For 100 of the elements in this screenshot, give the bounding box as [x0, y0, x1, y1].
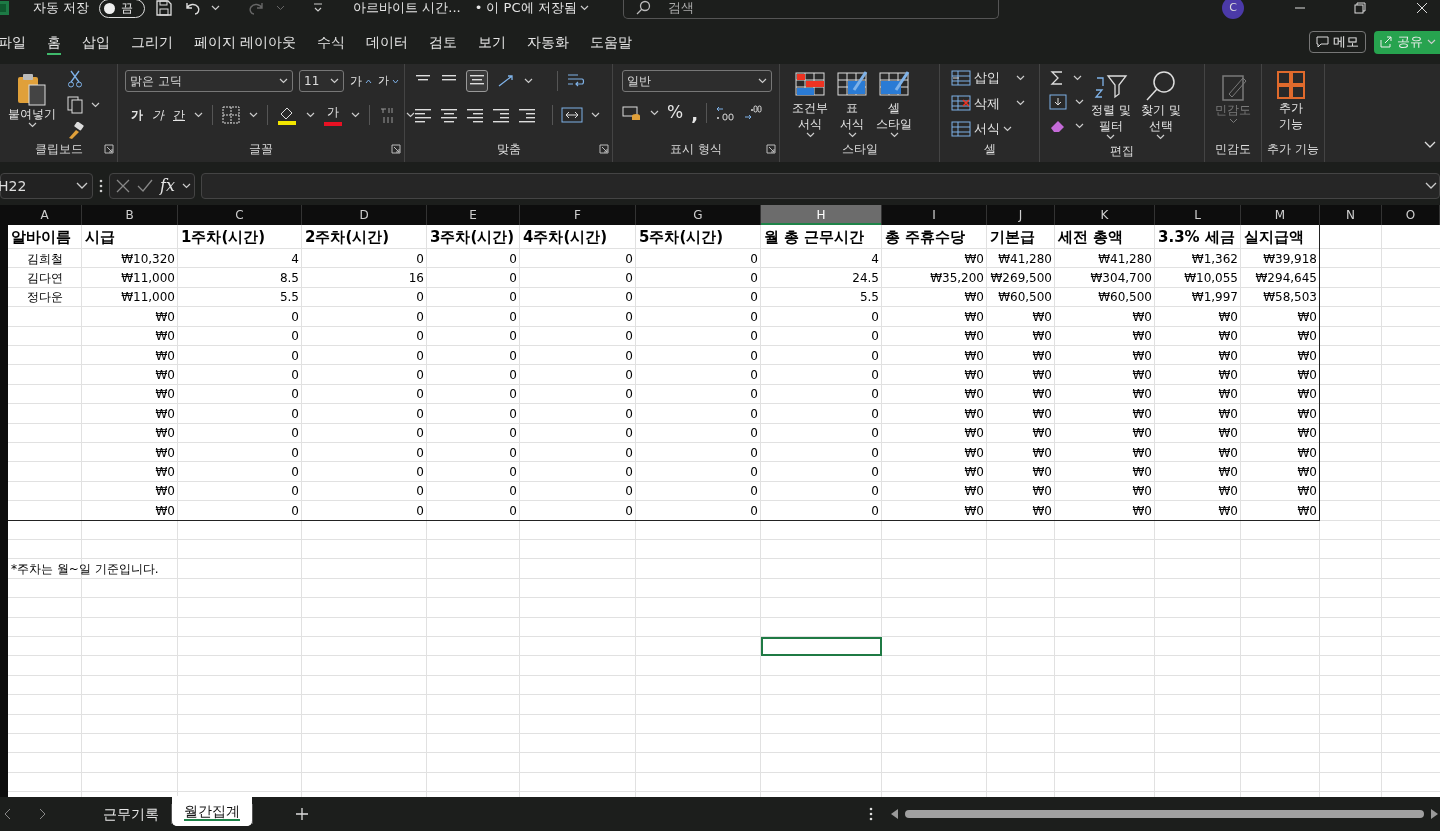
- table-cell-text: ₩0: [154, 425, 176, 443]
- accounting-format-icon[interactable]: [622, 104, 642, 122]
- paste-button[interactable]: 붙여넣기: [5, 70, 59, 140]
- dialog-launcher-icon[interactable]: [104, 143, 114, 154]
- font-color-button[interactable]: 가: [324, 104, 342, 126]
- decrease-indent-icon[interactable]: [492, 106, 510, 124]
- save-icon[interactable]: [155, 0, 174, 17]
- dialog-launcher-icon[interactable]: [599, 143, 609, 154]
- memo-button[interactable]: 메모: [1309, 31, 1366, 53]
- menu-tab[interactable]: 자동화: [527, 29, 570, 55]
- more-options-icon[interactable]: [99, 179, 103, 193]
- format-as-table-button[interactable]: 표 서식: [833, 68, 871, 140]
- borders-icon[interactable]: [222, 106, 240, 124]
- more-options-icon[interactable]: [869, 807, 873, 821]
- align-right-icon[interactable]: [466, 106, 484, 124]
- scrollbar-thumb[interactable]: [905, 810, 1424, 818]
- header-cell-text: 세전 총액: [1057, 226, 1125, 248]
- cut-icon[interactable]: [67, 70, 83, 88]
- percent-button[interactable]: %: [667, 100, 684, 126]
- table-cell-text: 0: [508, 386, 518, 404]
- sheet-tab[interactable]: 월간집계: [172, 796, 252, 826]
- find-select-button[interactable]: 찾기 및 선택: [1137, 68, 1184, 142]
- autosum-icon[interactable]: [1049, 70, 1065, 86]
- table-cell-text: 0: [508, 405, 518, 423]
- table-cell-text: ₩0: [1031, 328, 1053, 346]
- restore-icon[interactable]: [1354, 2, 1366, 14]
- customize-toolbar-icon[interactable]: [313, 3, 324, 13]
- merge-center-icon[interactable]: [561, 106, 583, 124]
- table-cell-text: ₩0: [1296, 425, 1318, 443]
- insert-function-button[interactable]: fx: [160, 174, 175, 198]
- menu-tab[interactable]: 홈: [47, 29, 61, 55]
- previous-sheet-icon[interactable]: [4, 808, 12, 820]
- menu-tab[interactable]: 데이터: [366, 29, 409, 55]
- menu-tab[interactable]: 페이지 레이아웃: [194, 29, 297, 55]
- scroll-right-icon[interactable]: [1430, 809, 1438, 819]
- active-cell[interactable]: [761, 636, 882, 657]
- enter-icon[interactable]: [137, 179, 153, 193]
- scroll-left-icon[interactable]: [891, 809, 899, 819]
- font-size-select[interactable]: 11: [299, 70, 344, 92]
- italic-button[interactable]: 가: [152, 106, 164, 124]
- table-cell-text: ₩0: [1131, 483, 1153, 501]
- dialog-launcher-icon[interactable]: [391, 143, 401, 154]
- bold-button[interactable]: 가: [131, 106, 143, 124]
- menu-tab[interactable]: 삽입: [82, 29, 110, 55]
- copy-icon[interactable]: [67, 96, 83, 114]
- increase-indent-icon[interactable]: [518, 106, 536, 124]
- table-cell-text: 0: [749, 464, 759, 481]
- number-format-select[interactable]: 일반: [622, 70, 772, 92]
- menu-tab[interactable]: 그리기: [131, 29, 173, 55]
- table-cell-text: ₩0: [1131, 405, 1153, 423]
- user-avatar[interactable]: C: [1222, 0, 1244, 19]
- add-ins-button[interactable]: 추가 기능: [1273, 68, 1309, 140]
- menu-tab[interactable]: 보기: [478, 29, 507, 55]
- next-sheet-icon[interactable]: [38, 808, 46, 820]
- expand-icon: [1425, 182, 1437, 190]
- cell-styles-button[interactable]: 셀 스타일: [873, 68, 915, 140]
- decrease-font-button[interactable]: 가: [378, 72, 399, 90]
- fill-down-icon[interactable]: [1049, 94, 1067, 110]
- save-status-button[interactable]: • 이 PC에 저장됨: [474, 0, 589, 18]
- menu-tab[interactable]: 도움말: [590, 29, 633, 55]
- delete-cells-button[interactable]: 삭제: [951, 93, 1000, 113]
- format-painter-icon[interactable]: [67, 122, 85, 140]
- menu-tab[interactable]: 검토: [429, 29, 458, 55]
- increase-font-button[interactable]: 가: [350, 72, 372, 90]
- comma-style-button[interactable]: ,: [691, 99, 698, 127]
- underline-button[interactable]: 간: [173, 106, 185, 124]
- menu-tab[interactable]: 수식: [317, 29, 346, 55]
- fill-color-icon[interactable]: [277, 105, 297, 125]
- formula-input[interactable]: [200, 173, 1440, 199]
- search-field[interactable]: 검색: [622, 0, 999, 19]
- add-sheet-icon[interactable]: [295, 807, 309, 821]
- font-name-select[interactable]: 맑은 고딕: [125, 70, 293, 92]
- table-cell-text: 0: [415, 444, 425, 462]
- table-cell-text: ₩0: [1031, 386, 1053, 404]
- align-left-icon[interactable]: [414, 106, 432, 124]
- table-cell-text: 0: [290, 347, 300, 365]
- eraser-icon[interactable]: [1049, 118, 1067, 134]
- sheet-tab[interactable]: 근무기록: [91, 800, 171, 828]
- table-cell-text: ₩39,918: [1262, 250, 1318, 268]
- format-cells-button[interactable]: 서식: [951, 119, 1012, 139]
- align-center-icon[interactable]: [440, 106, 458, 124]
- sort-filter-button[interactable]: 정렬 및 필터: [1088, 68, 1134, 142]
- cancel-icon[interactable]: [116, 179, 130, 193]
- increase-decimal-icon[interactable]: [743, 104, 763, 122]
- table-cell-text: 0: [624, 386, 634, 404]
- column-header[interactable]: H: [761, 205, 882, 225]
- table-cell-text: ₩0: [1217, 464, 1239, 481]
- conditional-formatting-button[interactable]: 조건부 서식: [789, 68, 831, 140]
- group-label: 추가 기능: [1267, 142, 1319, 156]
- name-box[interactable]: H22: [0, 173, 93, 199]
- insert-cells-button[interactable]: 삽입: [951, 68, 1000, 88]
- table-cell-text: ₩0: [1131, 386, 1153, 404]
- collapse-ribbon-icon[interactable]: [1424, 141, 1436, 149]
- decrease-decimal-icon[interactable]: [715, 104, 735, 122]
- header-cell-text: 2주차(시간): [304, 226, 391, 248]
- table-cell-text: 0: [870, 502, 880, 520]
- undo-icon[interactable]: [183, 0, 202, 16]
- dialog-launcher-icon[interactable]: [766, 143, 776, 154]
- header-cell-text: 실지급액: [1243, 226, 1305, 248]
- close-icon[interactable]: [1416, 2, 1428, 14]
